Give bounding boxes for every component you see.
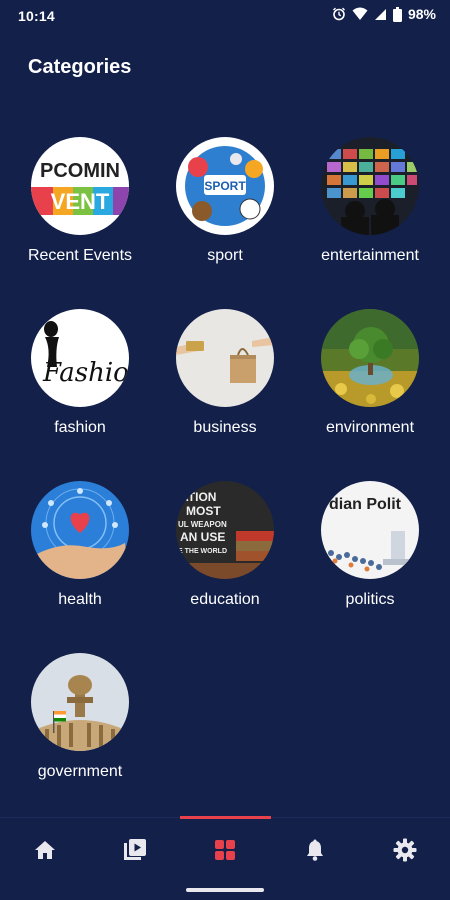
bottom-nav — [0, 822, 450, 882]
nav-videos[interactable] — [90, 822, 180, 882]
notifications-icon — [305, 839, 325, 866]
category-business[interactable]: business — [150, 309, 300, 469]
video-icon — [123, 838, 147, 867]
category-thumbnail: Fashio — [31, 309, 129, 407]
category-label: government — [37, 763, 123, 780]
category-fashion[interactable]: Fashio fashion — [5, 309, 155, 469]
category-thumbnail — [321, 309, 419, 407]
category-thumbnail: ATION MOST UL WEAPON AN USE E THE WORLD — [176, 481, 274, 579]
category-politics[interactable]: dian Polit politics — [295, 481, 445, 641]
nav-home[interactable] — [0, 822, 90, 882]
category-thumbnail: SPORT — [176, 137, 274, 235]
active-tab-indicator — [180, 816, 271, 819]
nav-notifications[interactable] — [270, 822, 360, 882]
category-label: education — [190, 591, 260, 608]
category-label: business — [193, 419, 257, 436]
category-sport[interactable]: SPORT sport — [150, 137, 300, 297]
nav-categories[interactable] — [180, 822, 270, 882]
thumb-text: MOST — [186, 504, 221, 518]
category-label: Recent Events — [27, 247, 133, 264]
thumb-text: ATION — [180, 490, 216, 504]
category-thumbnail — [321, 137, 419, 235]
thumb-text: PCOMIN — [40, 160, 120, 182]
category-thumbnail: PCOMIN VENT — [31, 137, 129, 235]
thumb-text: Fashio — [42, 358, 129, 388]
thumb-text: UL WEAPON — [178, 520, 227, 529]
thumb-text: dian Polit — [329, 496, 402, 513]
category-government[interactable]: government — [5, 653, 155, 813]
category-label: fashion — [54, 419, 106, 436]
thumb-text: AN USE — [180, 530, 225, 544]
category-entertainment[interactable]: entertainment — [295, 137, 445, 297]
thumb-text: E THE WORLD — [178, 548, 227, 555]
category-environment[interactable]: environment — [295, 309, 445, 469]
category-thumbnail — [31, 481, 129, 579]
category-thumbnail: dian Polit — [321, 481, 419, 579]
thumb-text: SPORT — [204, 179, 246, 193]
gear-icon — [393, 838, 417, 867]
category-health[interactable]: health — [5, 481, 155, 641]
thumb-text: VENT — [51, 189, 110, 214]
home-icon — [34, 839, 56, 866]
category-label: politics — [345, 591, 395, 608]
category-label: health — [58, 591, 102, 608]
screen: 10:14 98% Categories PCOMIN VENT Recent … — [0, 0, 450, 900]
categories-icon — [214, 839, 236, 866]
category-label: entertainment — [321, 247, 419, 264]
category-label: sport — [207, 247, 243, 264]
category-thumbnail — [176, 309, 274, 407]
nav-settings[interactable] — [360, 822, 450, 882]
category-recent-events[interactable]: PCOMIN VENT Recent Events — [5, 137, 155, 297]
category-education[interactable]: ATION MOST UL WEAPON AN USE E THE WORLD … — [150, 481, 300, 641]
category-label: environment — [325, 419, 415, 436]
categories-grid: PCOMIN VENT Recent Events SPORT sport en… — [0, 0, 450, 815]
gesture-handle[interactable] — [186, 888, 264, 892]
category-thumbnail — [31, 653, 129, 751]
